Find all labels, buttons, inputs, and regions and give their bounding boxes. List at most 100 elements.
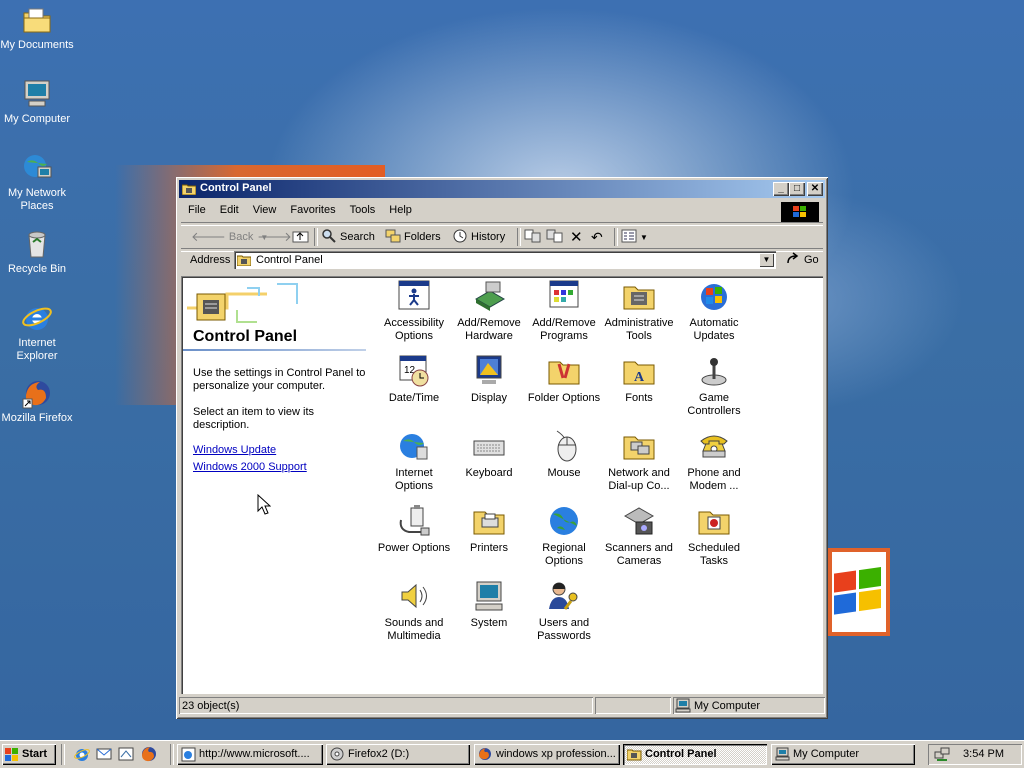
- item-administrative-tools[interactable]: Administrative Tools: [601, 278, 677, 343]
- network-connections-icon: [622, 429, 656, 463]
- left-pane-description: Use the settings in Control Panel to per…: [193, 367, 366, 392]
- views-icon: [621, 229, 637, 246]
- history-button[interactable]: History: [452, 227, 505, 247]
- item-sounds-multimedia[interactable]: Sounds and Multimedia: [376, 578, 452, 643]
- joystick-icon: [697, 354, 731, 388]
- item-printers[interactable]: Printers: [451, 503, 527, 555]
- copy-to-button[interactable]: [546, 227, 564, 247]
- speaker-icon: [397, 579, 431, 613]
- address-dropdown-button[interactable]: ▼: [759, 253, 774, 267]
- copy-to-icon: [546, 228, 564, 247]
- menu-favorites[interactable]: Favorites: [283, 201, 342, 221]
- item-date-time[interactable]: 12 Date/Time: [376, 353, 452, 405]
- menu-help[interactable]: Help: [382, 201, 419, 221]
- menu-file[interactable]: File: [181, 201, 213, 221]
- windows-logo-wallpaper: [828, 548, 890, 636]
- control-panel-folder-icon: [626, 747, 642, 762]
- administrative-tools-icon: [622, 279, 656, 313]
- item-fonts[interactable]: A Fonts: [601, 353, 677, 405]
- move-to-icon: [524, 228, 542, 247]
- item-accessibility-options[interactable]: Accessibility Options: [376, 278, 452, 343]
- quicklaunch-firefox-icon[interactable]: [140, 745, 158, 763]
- menu-bar: File Edit View Favorites Tools Help: [181, 201, 823, 222]
- desktop-icon-my-documents[interactable]: My Documents: [0, 4, 74, 52]
- internet-explorer-icon: [21, 302, 53, 334]
- item-scheduled-tasks[interactable]: Scheduled Tasks: [676, 503, 752, 568]
- task-button-firefox-window[interactable]: windows xp profession...: [474, 744, 620, 765]
- desktop-icon-label-line1: My Network: [7, 187, 67, 199]
- maximize-button[interactable]: □: [789, 182, 805, 196]
- windows-update-icon: [697, 279, 731, 313]
- desktop-icon-my-computer[interactable]: My Computer: [0, 78, 74, 126]
- item-add-remove-hardware[interactable]: Add/Remove Hardware: [451, 278, 527, 343]
- item-scanners-cameras[interactable]: Scanners and Cameras: [601, 503, 677, 568]
- item-game-controllers[interactable]: Game Controllers: [676, 353, 752, 418]
- search-button[interactable]: Search: [321, 227, 375, 247]
- item-keyboard[interactable]: Keyboard: [451, 428, 527, 480]
- desktop-icon-my-network-places[interactable]: My Network Places: [0, 152, 74, 213]
- quicklaunch-outlook-express-icon[interactable]: [95, 745, 113, 763]
- title-bar[interactable]: Control Panel _ □ ✕: [179, 180, 825, 198]
- item-power-options[interactable]: Power Options: [376, 503, 452, 555]
- item-add-remove-programs[interactable]: Add/Remove Programs: [526, 278, 602, 343]
- go-button[interactable]: Go: [786, 251, 819, 269]
- task-button-firefox2-drive[interactable]: Firefox2 (D:): [326, 744, 470, 765]
- windows-update-link[interactable]: Windows Update: [193, 444, 276, 456]
- item-users-passwords[interactable]: Users and Passwords: [526, 578, 602, 643]
- minimize-button[interactable]: _: [773, 182, 789, 196]
- item-display[interactable]: Display: [451, 353, 527, 405]
- delete-icon: ✕: [570, 229, 583, 246]
- item-folder-options[interactable]: Folder Options: [526, 353, 602, 405]
- desktop-icon-label: Recycle Bin: [7, 263, 67, 275]
- keyboard-icon: [472, 429, 506, 463]
- status-bar: 23 object(s) My Computer: [179, 696, 825, 716]
- tray-network-icon[interactable]: [934, 746, 950, 765]
- views-button[interactable]: ▼: [621, 227, 648, 247]
- item-network-dialup[interactable]: Network and Dial-up Co...: [601, 428, 677, 493]
- standard-toolbar: 🡐 Back ▼ 🡒 ▼ Search Folders History: [181, 225, 823, 249]
- item-mouse[interactable]: Mouse: [526, 428, 602, 480]
- computer-icon: [21, 78, 53, 110]
- item-phone-and-modem[interactable]: Phone and Modem ...: [676, 428, 752, 493]
- history-icon: [452, 228, 468, 247]
- quicklaunch-internet-explorer-icon[interactable]: [73, 745, 91, 763]
- system-computer-icon: [472, 579, 506, 613]
- mouse-pointer-icon: [257, 493, 272, 519]
- fonts-icon: A: [622, 354, 656, 388]
- item-internet-options[interactable]: Internet Options: [376, 428, 452, 493]
- quicklaunch-show-desktop-icon[interactable]: [117, 745, 135, 763]
- menu-view[interactable]: View: [246, 201, 284, 221]
- firefox-icon: [21, 377, 53, 409]
- address-field[interactable]: Control Panel ▼: [234, 251, 776, 269]
- accessibility-icon: [397, 279, 431, 313]
- item-automatic-updates[interactable]: Automatic Updates: [676, 278, 752, 343]
- menu-edit[interactable]: Edit: [213, 201, 246, 221]
- task-button-internet-explorer[interactable]: http://www.microsoft....: [177, 744, 323, 765]
- item-regional-options[interactable]: Regional Options: [526, 503, 602, 568]
- scanner-camera-icon: [622, 504, 656, 538]
- content-area: Control Panel Use the settings in Contro…: [181, 276, 823, 694]
- task-button-my-computer[interactable]: My Computer: [771, 744, 915, 765]
- undo-button[interactable]: ↶: [591, 227, 603, 247]
- object-count: 23 object(s): [182, 700, 240, 712]
- clock[interactable]: 3:54 PM: [963, 748, 1004, 760]
- folder-documents-icon: [21, 4, 53, 36]
- move-to-button[interactable]: [524, 227, 542, 247]
- menu-tools[interactable]: Tools: [343, 201, 383, 221]
- folders-button[interactable]: Folders: [385, 227, 441, 247]
- windows-logo-icon: [5, 748, 19, 761]
- folder-options-icon: [547, 354, 581, 388]
- windows-2000-support-link[interactable]: Windows 2000 Support: [193, 461, 307, 473]
- desktop-icon-internet-explorer[interactable]: Internet Explorer: [0, 302, 74, 363]
- desktop-icon-recycle-bin[interactable]: Recycle Bin: [0, 228, 74, 276]
- desktop-icon-mozilla-firefox[interactable]: Mozilla Firefox: [0, 377, 74, 425]
- system-tray: 3:54 PM: [928, 744, 1022, 765]
- up-folder-button[interactable]: [292, 227, 310, 247]
- start-button[interactable]: Start: [2, 744, 56, 765]
- left-pane-title: Control Panel: [193, 328, 298, 345]
- task-button-control-panel[interactable]: Control Panel: [623, 744, 767, 765]
- delete-button[interactable]: ✕: [570, 227, 583, 247]
- close-button[interactable]: ✕: [807, 182, 823, 196]
- item-system[interactable]: System: [451, 578, 527, 630]
- back-arrow-icon: 🡐: [191, 229, 226, 244]
